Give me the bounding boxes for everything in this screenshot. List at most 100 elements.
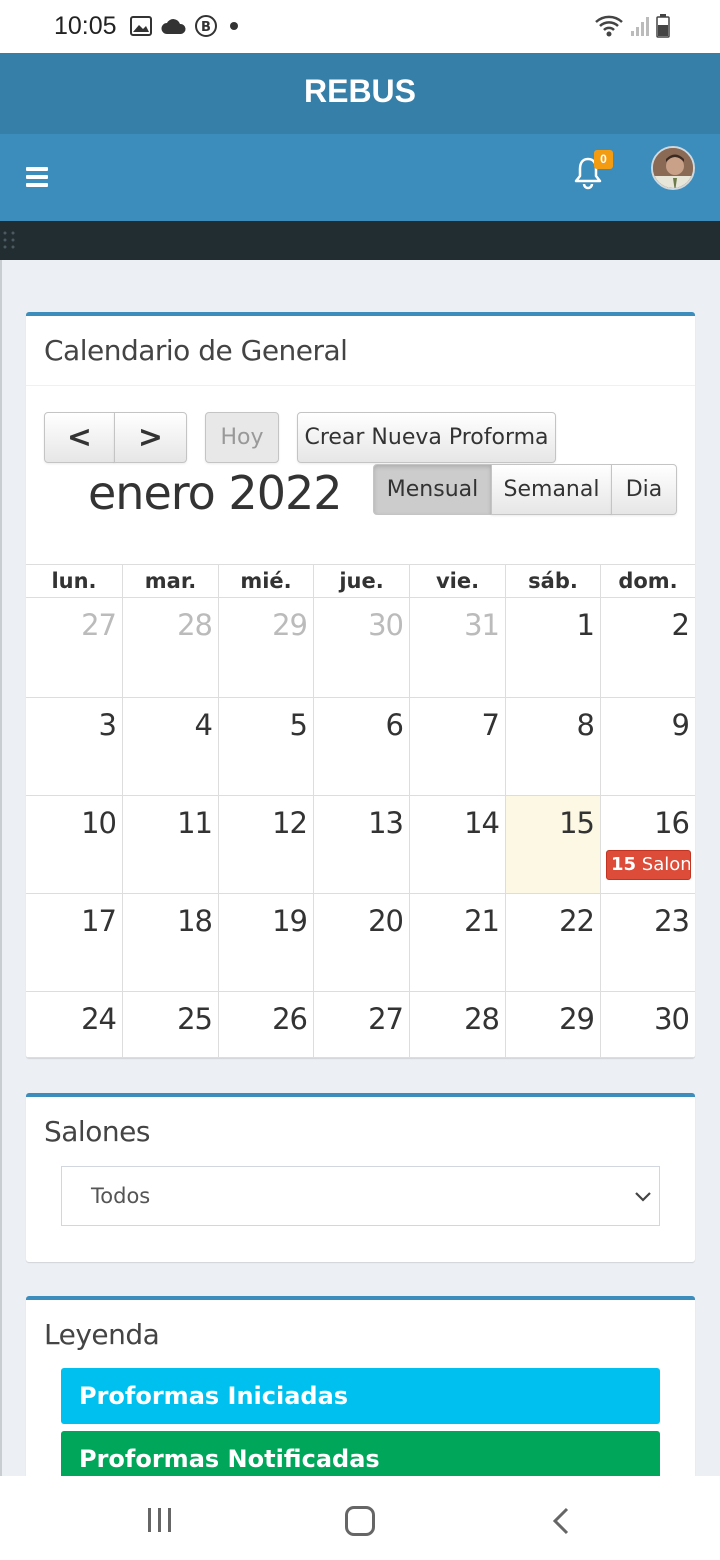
calendar-day[interactable]: 8	[505, 698, 600, 795]
dot-icon	[230, 22, 238, 30]
day-number: 28	[464, 1002, 500, 1036]
day-number: 3	[98, 708, 117, 742]
chevron-down-icon	[635, 1192, 651, 1202]
day-number: 8	[576, 708, 595, 742]
calendar-title: Calendario de General	[44, 334, 348, 367]
day-number: 23	[654, 904, 690, 938]
calendar-weeks: 27 28 29 30 31 1 2 3 4 5 6 7 8 9 10 11 12 13 14 15 16 15 Salo…	[26, 598, 695, 1058]
day-number: 25	[177, 1002, 213, 1036]
event-title: Salon	[641, 854, 691, 875]
day-number: 15	[559, 806, 595, 840]
day-number: 6	[385, 708, 404, 742]
day-number: 24	[81, 1002, 117, 1036]
brand-logo[interactable]: REBUS	[0, 53, 720, 134]
weekday-header: sáb.	[505, 565, 600, 597]
calendar-day[interactable]: 27	[26, 598, 122, 697]
day-number: 17	[81, 904, 117, 938]
salon-select[interactable]: Todos	[61, 1166, 660, 1226]
calendar-day[interactable]: 5	[218, 698, 313, 795]
calendar-day[interactable]: 24	[26, 992, 122, 1057]
day-number: 27	[81, 608, 117, 642]
calendar-day[interactable]: 4	[122, 698, 218, 795]
calendar-day[interactable]: 28	[409, 992, 505, 1057]
calendar-day[interactable]: 25	[122, 992, 218, 1057]
day-number: 5	[289, 708, 308, 742]
calendar-day[interactable]: 1	[505, 598, 600, 697]
day-number: 30	[654, 1002, 690, 1036]
calendar-day[interactable]: 17	[26, 894, 122, 991]
signal-icon	[631, 17, 649, 36]
system-nav-bar	[0, 1476, 720, 1560]
prev-month-button[interactable]: <	[44, 412, 115, 463]
user-avatar[interactable]	[651, 146, 695, 190]
day-number: 19	[272, 904, 308, 938]
calendar-day[interactable]: 18	[122, 894, 218, 991]
svg-text:B: B	[201, 20, 211, 35]
sidebar-strip	[0, 221, 720, 260]
leyenda-box: Leyenda Proformas Iniciadas Proformas No…	[26, 1296, 695, 1496]
calendar-day[interactable]: 27	[313, 992, 409, 1057]
calendar-day[interactable]: 22	[505, 894, 600, 991]
day-number: 20	[368, 904, 404, 938]
calendar-day[interactable]: 30	[313, 598, 409, 697]
today-button[interactable]: Hoy	[205, 412, 279, 463]
view-day-button[interactable]: Dia	[611, 464, 677, 515]
day-number: 26	[272, 1002, 308, 1036]
calendar-day[interactable]: 3	[26, 698, 122, 795]
status-time: 10:05	[54, 12, 117, 40]
calendar-day[interactable]: 28	[122, 598, 218, 697]
status-bar: 10:05 B	[0, 0, 720, 53]
calendar-day-today[interactable]: 15	[505, 796, 600, 893]
calendar-day[interactable]: 31	[409, 598, 505, 697]
calendar-day[interactable]: 14	[409, 796, 505, 893]
calendar-day[interactable]: 12	[218, 796, 313, 893]
calendar-day[interactable]: 26	[218, 992, 313, 1057]
event-time: 15	[611, 854, 637, 875]
calendar-day[interactable]: 2	[600, 598, 695, 697]
day-number: 1	[576, 608, 595, 642]
calendar-day[interactable]: 11	[122, 796, 218, 893]
cloud-icon	[161, 19, 186, 34]
day-number: 10	[81, 806, 117, 840]
calendar-box: Calendario de General < > Hoy Crear Nuev…	[26, 312, 695, 1058]
calendar-week-row: 10 11 12 13 14 15 16 15 Salon	[26, 796, 695, 894]
day-number: 12	[272, 806, 308, 840]
create-proforma-button[interactable]: Crear Nueva Proforma	[297, 412, 556, 463]
calendar-week-row: 3 4 5 6 7 8 9	[26, 698, 695, 796]
calendar-day[interactable]: 16 15 Salon	[600, 796, 695, 893]
day-number: 11	[177, 806, 213, 840]
recent-apps-icon[interactable]	[146, 1508, 174, 1532]
salon-select-value: Todos	[91, 1184, 151, 1208]
legend-item-iniciadas: Proformas Iniciadas	[61, 1368, 660, 1424]
calendar-day[interactable]: 30	[600, 992, 695, 1057]
calendar-event[interactable]: 15 Salon	[606, 850, 691, 880]
calendar-day[interactable]: 21	[409, 894, 505, 991]
calendar-day[interactable]: 10	[26, 796, 122, 893]
home-icon[interactable]	[345, 1506, 375, 1536]
day-number: 9	[671, 708, 690, 742]
day-number: 4	[194, 708, 213, 742]
status-icons-left: B	[130, 14, 242, 38]
calendar-day[interactable]: 13	[313, 796, 409, 893]
calendar-week-row: 17 18 19 20 21 22 23	[26, 894, 695, 992]
divider	[26, 385, 695, 386]
back-icon[interactable]	[550, 1506, 572, 1536]
menu-toggle-icon[interactable]	[26, 167, 48, 187]
day-number: 22	[559, 904, 595, 938]
calendar-day[interactable]: 29	[505, 992, 600, 1057]
calendar-day[interactable]: 9	[600, 698, 695, 795]
calendar-day[interactable]: 6	[313, 698, 409, 795]
day-number: 30	[368, 608, 404, 642]
calendar-week-row: 24 25 26 27 28 29 30	[26, 992, 695, 1058]
day-number: 29	[559, 1002, 595, 1036]
status-icons-right	[594, 14, 670, 38]
next-month-button[interactable]: >	[114, 412, 187, 463]
view-week-button[interactable]: Semanal	[491, 464, 612, 515]
calendar-day[interactable]: 23	[600, 894, 695, 991]
calendar-day[interactable]: 20	[313, 894, 409, 991]
calendar-day[interactable]: 19	[218, 894, 313, 991]
view-month-button[interactable]: Mensual	[373, 464, 492, 515]
calendar-day[interactable]: 7	[409, 698, 505, 795]
calendar-day[interactable]: 29	[218, 598, 313, 697]
weekday-header: lun.	[51, 569, 97, 593]
